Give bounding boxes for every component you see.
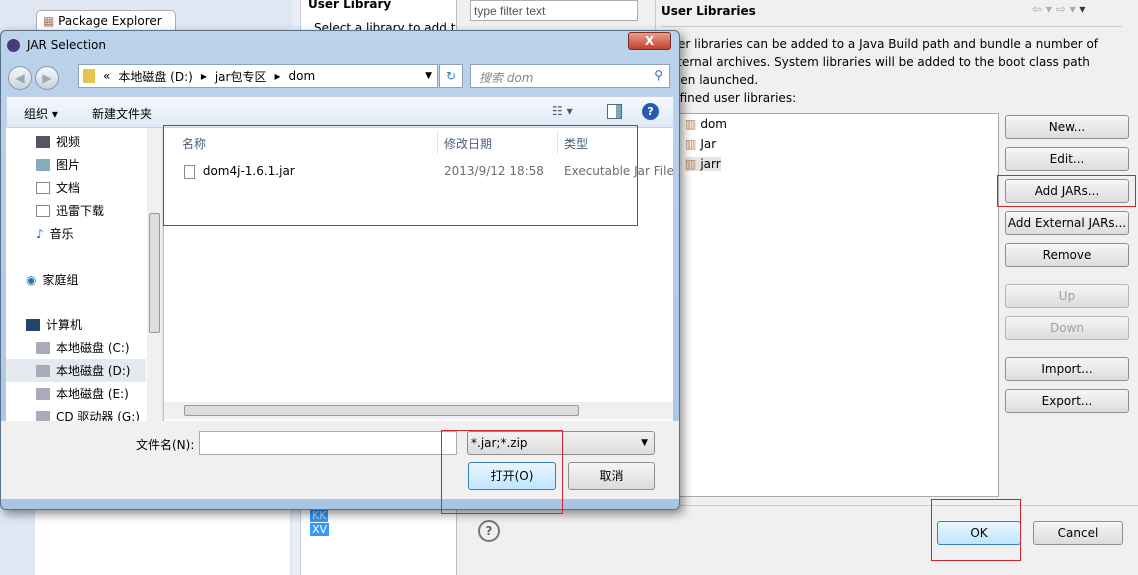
filename-input[interactable]: [199, 431, 457, 455]
open-button[interactable]: 打开(O): [468, 462, 556, 490]
cd-drive-icon: [36, 410, 50, 421]
file-type-select[interactable]: *.jar;*.zip ▼: [467, 431, 655, 455]
wizard-title: User Library: [308, 0, 392, 11]
list-item-kk[interactable]: KK: [310, 509, 329, 522]
library-item[interactable]: ▥ Jar: [685, 137, 716, 151]
dialog-title: JAR Selection: [27, 38, 106, 52]
nav-item[interactable]: CD 驱动器 (G:): [36, 408, 140, 421]
search-icon: ⚲: [654, 68, 663, 82]
library-icon: ▥: [685, 137, 697, 151]
help-icon[interactable]: ?: [642, 103, 659, 120]
filename-label: 文件名(N):: [136, 438, 195, 452]
document-icon: [36, 181, 50, 194]
library-icon: ▥: [685, 117, 697, 131]
package-icon: ▦: [43, 14, 55, 28]
list-label: Defined user libraries:: [663, 91, 797, 105]
jar-selection-dialog: JAR Selection X ◀ ▶ « 本地磁盘 (D:) ▸ jar包专区 ▸…: [0, 30, 680, 510]
nav-item[interactable]: 文档: [36, 179, 80, 196]
breadcrumb-current[interactable]: dom: [289, 69, 316, 83]
cancel-dialog-button[interactable]: 取消: [568, 462, 655, 490]
nav-item-selected[interactable]: 本地磁盘 (D:): [6, 359, 146, 382]
back-button[interactable]: ◀: [8, 66, 32, 90]
search-input[interactable]: 搜索 dom ⚲: [470, 64, 670, 88]
library-icon: ▥: [685, 157, 697, 171]
organize-menu[interactable]: 组织 ▾: [24, 105, 58, 122]
page-title: User Libraries: [661, 4, 756, 18]
address-bar[interactable]: « 本地磁盘 (D:) ▸ jar包专区 ▸ dom ▼: [78, 64, 438, 88]
page-description: User libraries can be added to a Java Bu…: [663, 37, 1099, 87]
chevron-down-icon[interactable]: ▼: [425, 71, 432, 81]
homegroup-icon: ◉: [26, 272, 37, 287]
up-button[interactable]: Up: [1005, 284, 1129, 308]
nav-scrollbar[interactable]: [147, 128, 162, 421]
computer-icon: [26, 318, 40, 331]
ok-button[interactable]: OK: [937, 521, 1021, 545]
import-button[interactable]: Import...: [1005, 357, 1129, 381]
picture-icon: [36, 158, 50, 171]
drive-icon: [36, 387, 50, 400]
music-icon: ♪: [36, 226, 44, 241]
help-icon[interactable]: ?: [478, 520, 500, 542]
nav-item[interactable]: ♪ 音乐: [36, 225, 74, 242]
export-button[interactable]: Export...: [1005, 389, 1129, 413]
close-button[interactable]: X: [628, 32, 671, 50]
nav-item[interactable]: 计算机: [26, 316, 82, 333]
download-icon: [36, 204, 50, 217]
library-item[interactable]: ▥ dom: [685, 117, 727, 131]
history-nav-icons[interactable]: ⇦ ▾ ⇨ ▾ ▾: [1032, 2, 1085, 16]
column-header-date[interactable]: 修改日期: [444, 135, 492, 152]
breadcrumb-folder[interactable]: jar包专区: [215, 68, 267, 85]
forward-button[interactable]: ▶: [35, 66, 59, 90]
breadcrumb-overflow[interactable]: «: [103, 69, 110, 83]
video-icon: [36, 135, 50, 148]
nav-item[interactable]: 迅雷下载: [36, 202, 104, 219]
nav-item[interactable]: 本地磁盘 (E:): [36, 385, 129, 402]
chevron-down-icon: ▼: [641, 438, 648, 448]
remove-button[interactable]: Remove: [1005, 243, 1129, 267]
nav-item[interactable]: 视频: [36, 133, 80, 150]
library-item-selected[interactable]: ▥ jarr: [685, 157, 721, 171]
new-folder-button[interactable]: 新建文件夹: [92, 105, 152, 122]
refresh-button[interactable]: ↻: [439, 64, 463, 88]
drive-icon: [36, 364, 50, 377]
edit-button[interactable]: Edit...: [1005, 147, 1129, 171]
breadcrumb-drive[interactable]: 本地磁盘 (D:): [118, 68, 192, 85]
view-options-icon[interactable]: ☷ ▾: [552, 104, 573, 118]
toolbar: 组织 ▾ 新建文件夹 ☷ ▾ ?: [6, 96, 674, 128]
folder-icon: [83, 69, 95, 83]
navigation-pane: 视频 图片 文档 迅雷下载 ♪ 音乐 ◉ 家庭组 计算机 本地磁盘 (C:) 本地磁…: [6, 128, 163, 421]
filter-input[interactable]: [470, 0, 638, 21]
list-item-xv[interactable]: XV: [310, 523, 330, 536]
column-header-type[interactable]: 类型: [564, 135, 588, 152]
nav-item[interactable]: ◉ 家庭组: [26, 271, 79, 288]
add-external-jars-button[interactable]: Add External JARs...: [1005, 211, 1129, 235]
add-jars-button[interactable]: Add JARs...: [1005, 179, 1129, 203]
user-libraries-list[interactable]: ▥ dom ▥ Jar ▥ jarr: [678, 113, 999, 497]
nav-item[interactable]: 本地磁盘 (C:): [36, 339, 130, 356]
jar-file-icon: [184, 164, 195, 179]
new-button[interactable]: New...: [1005, 115, 1129, 139]
horizontal-scrollbar[interactable]: [164, 402, 673, 419]
drive-icon: [36, 341, 50, 354]
eclipse-icon: [7, 39, 20, 52]
cancel-button[interactable]: Cancel: [1033, 521, 1123, 545]
file-list: 名称 修改日期 类型 dom4j-1.6.1.jar 2013/9/12 18:…: [164, 128, 674, 421]
preview-pane-icon[interactable]: [607, 104, 622, 119]
file-row[interactable]: dom4j-1.6.1.jar 2013/9/12 18:58 Executab…: [184, 164, 674, 179]
column-header-name[interactable]: 名称: [182, 135, 437, 152]
down-button[interactable]: Down: [1005, 316, 1129, 340]
nav-item[interactable]: 图片: [36, 156, 80, 173]
